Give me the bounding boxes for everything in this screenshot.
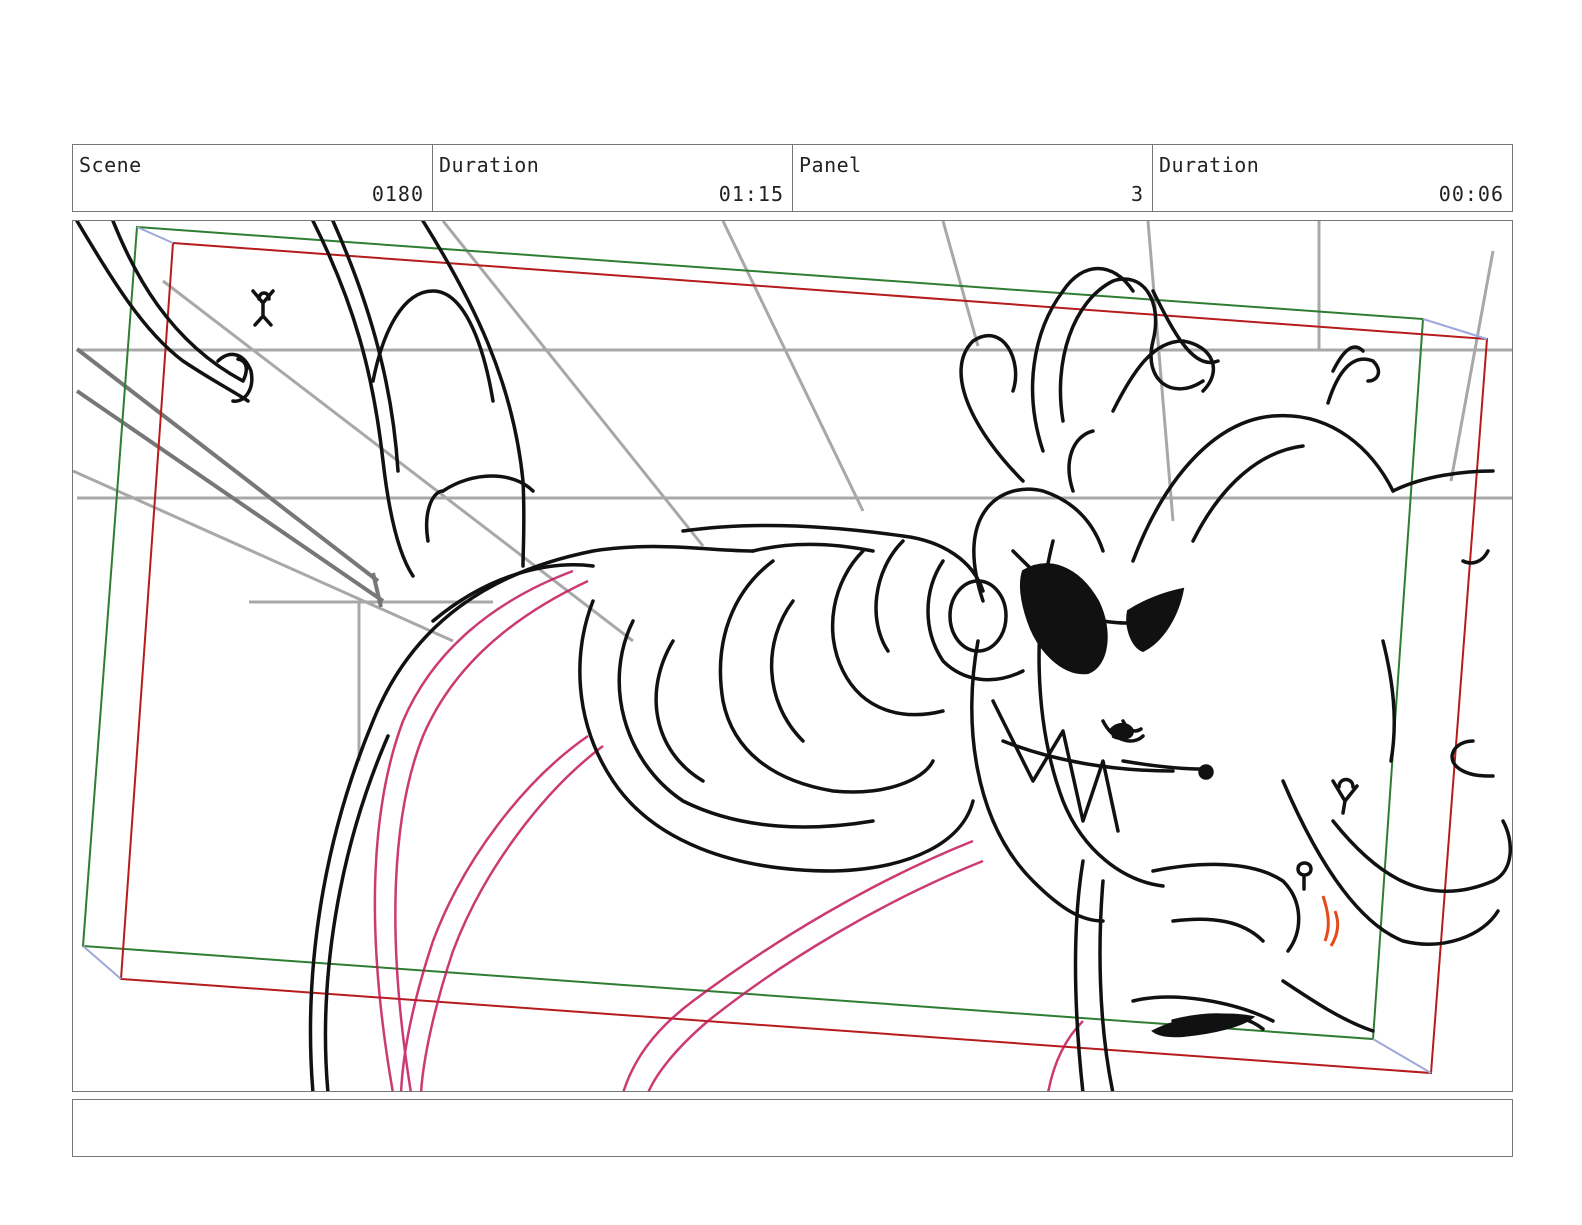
panel-cell: Panel 3 [793, 145, 1153, 211]
notes-box [72, 1099, 1513, 1157]
panel-sketch [73, 221, 1512, 1091]
panel-duration-cell: Duration 00:06 [1153, 145, 1512, 211]
perspective-guides [73, 221, 1512, 761]
accent-marks [1321, 895, 1340, 947]
scene-label: Scene [79, 153, 142, 177]
storyboard-panel [72, 220, 1513, 1092]
panel-number: 3 [1130, 182, 1144, 206]
ink-fills [1019, 563, 1256, 1038]
scene-duration-value: 01:15 [718, 182, 784, 206]
panel-label: Panel [799, 153, 862, 177]
panel-duration-label: Duration [1159, 153, 1260, 177]
action-lines [75, 347, 385, 608]
camera-frame-red [119, 241, 1489, 1075]
scene-cell: Scene 0180 [73, 145, 433, 211]
scene-duration-cell: Duration 01:15 [433, 145, 793, 211]
panel-duration-value: 00:06 [1438, 182, 1504, 206]
storyboard-header: Scene 0180 Duration 01:15 Panel 3 Durati… [72, 144, 1513, 212]
scene-duration-label: Duration [439, 153, 540, 177]
scene-number: 0180 [371, 182, 424, 206]
camera-move-arrows [82, 226, 1488, 1074]
